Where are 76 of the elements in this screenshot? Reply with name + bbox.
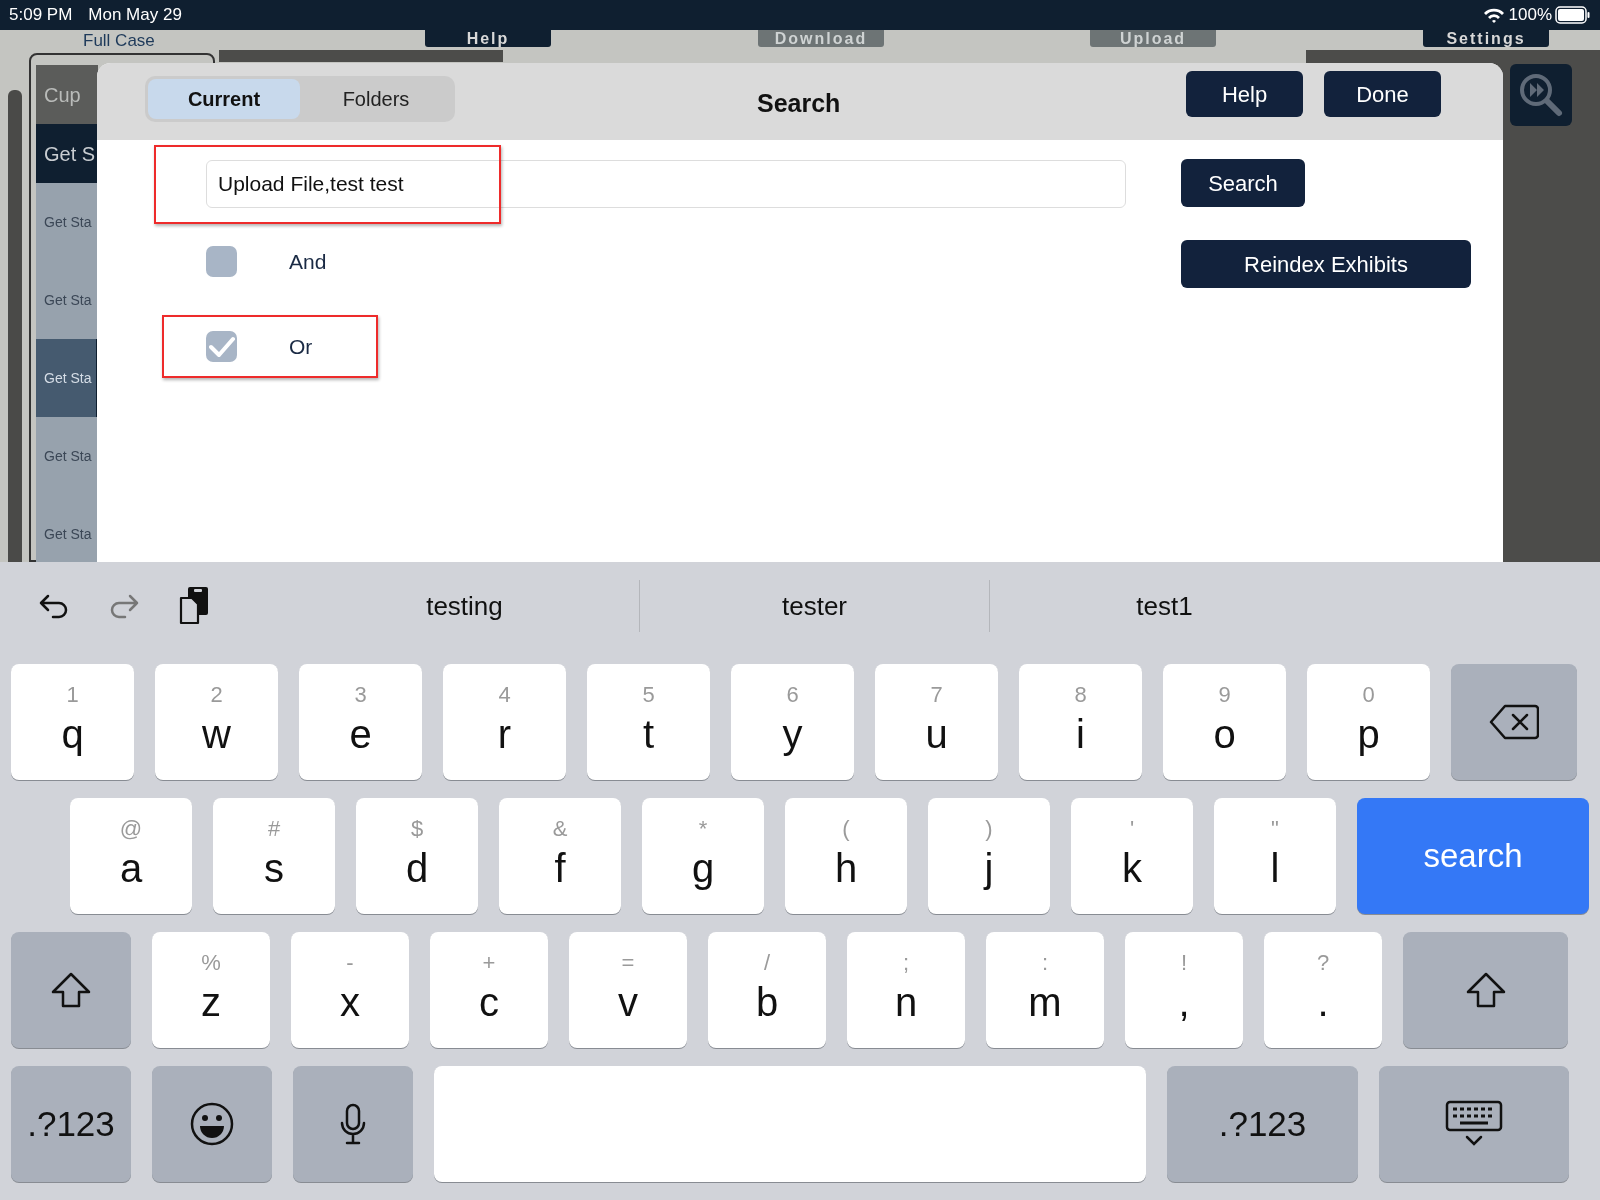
delete-key[interactable] [1451,664,1577,780]
action-button[interactable]: Reindex Exhibits [1181,240,1471,288]
key[interactable]: - x [291,932,409,1048]
status-time: 5:09 PM [9,4,73,27]
key[interactable]: : m [986,932,1104,1048]
shift-key[interactable] [1403,932,1568,1048]
status-date: Mon May 29 [88,4,182,27]
key[interactable]: / b [708,932,826,1048]
key[interactable]: = v [569,932,687,1048]
key[interactable]: + c [430,932,548,1048]
segment-tab[interactable]: Current [148,78,300,119]
key[interactable]: ' k [1071,798,1193,914]
key[interactable]: 1 q [11,664,134,780]
emoji-key[interactable] [152,1066,272,1182]
key[interactable]: % z [152,932,270,1048]
clipboard-icon[interactable] [178,586,210,626]
key[interactable]: " l [1214,798,1336,914]
wifi-icon [1482,7,1505,23]
sidebar-item[interactable]: Get Sta [36,417,98,495]
shift-arrow-icon [50,971,92,1009]
microphone-key[interactable] [293,1066,413,1182]
option-label: Or [289,334,313,360]
key[interactable]: 4 r [443,664,566,780]
magnifier-icon [1517,71,1565,119]
checkmark-icon [208,335,235,358]
key[interactable]: 7 u [875,664,998,780]
suggestion[interactable]: tester [782,586,847,626]
keyboard-icon [1445,1100,1503,1148]
checkbox[interactable] [206,246,237,278]
key[interactable]: ) j [928,798,1050,914]
key[interactable]: ( h [785,798,907,914]
action-button[interactable]: Search [1181,159,1305,207]
shift-key[interactable] [11,932,131,1048]
key[interactable]: ! , [1125,932,1243,1048]
search-key[interactable]: search [1357,798,1589,914]
sidebar-item[interactable]: Get Sta [36,183,98,261]
key[interactable]: * g [642,798,764,914]
sidebar-item[interactable]: Get Sta [36,339,98,417]
key[interactable]: @ a [70,798,192,914]
key[interactable]: $ d [356,798,478,914]
search-field[interactable]: Upload File,test test [206,160,1126,208]
key[interactable]: 3 e [299,664,422,780]
sidebar-item[interactable]: Get Sta [36,495,98,562]
numbers-key[interactable]: .?123 [1167,1066,1358,1182]
zoom-button[interactable] [1510,64,1572,126]
header-button[interactable]: Done [1324,71,1441,117]
backspace-icon [1489,704,1539,740]
microphone-icon [340,1103,366,1145]
suggestion[interactable]: test1 [1136,586,1193,626]
case-tab-label: Full Case [83,31,155,51]
numbers-key[interactable]: .?123 [11,1066,131,1182]
key[interactable]: 9 o [1163,664,1286,780]
smiley-icon [189,1101,235,1147]
key[interactable]: 6 y [731,664,854,780]
key[interactable]: 5 t [587,664,710,780]
checkbox[interactable] [206,331,237,363]
key[interactable]: ? . [1264,932,1382,1048]
key[interactable]: 0 p [1307,664,1430,780]
battery-icon [1555,6,1591,24]
key[interactable]: ; n [847,932,965,1048]
toolbar-tab[interactable]: Help [425,30,551,47]
suggestion[interactable]: testing [426,586,503,626]
sidebar-item[interactable]: Get S [36,124,98,183]
header-button[interactable]: Help [1186,71,1303,117]
shift-arrow-icon [1464,971,1507,1009]
sidebar-item[interactable]: Get Sta [36,261,98,339]
dialog-title: Search [757,88,841,119]
hide-keyboard-key[interactable] [1379,1066,1569,1182]
toolbar-tab[interactable]: Settings [1423,30,1549,47]
key[interactable]: # s [213,798,335,914]
battery-percent: 100% [1508,4,1552,27]
segment-tab[interactable]: Folders [300,78,452,119]
option-label: And [289,249,327,275]
key[interactable]: & f [499,798,621,914]
key[interactable]: 8 i [1019,664,1142,780]
key[interactable]: 2 w [155,664,278,780]
